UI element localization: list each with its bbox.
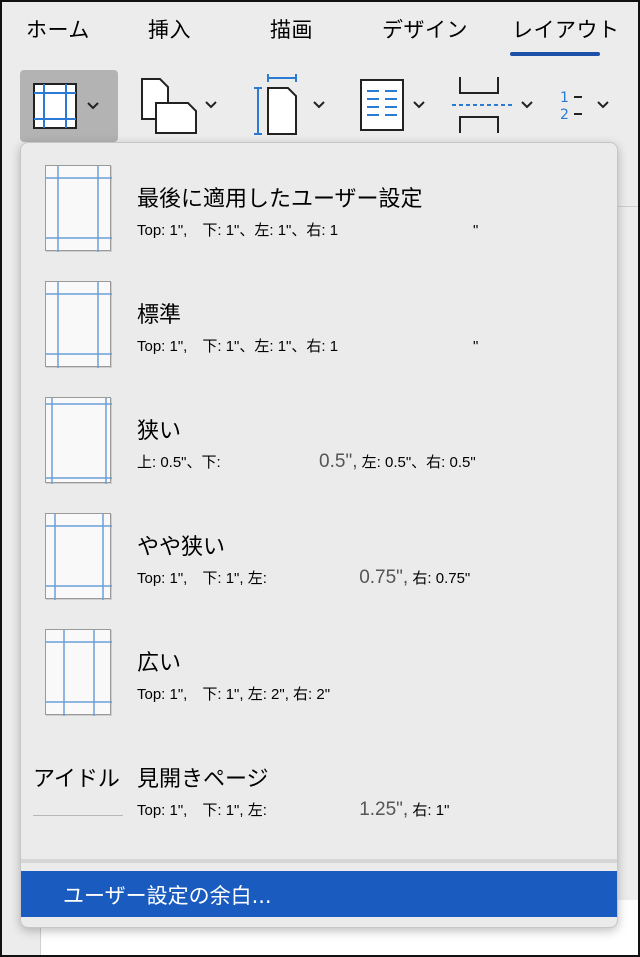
option-description: Top: 1", 下: 1", 左: 0.75", 右: 0.75" bbox=[137, 567, 470, 589]
option-description: Top: 1", 下: 1"、左: 1"、右: 1 " bbox=[137, 222, 479, 239]
option-title: 見開きページ bbox=[137, 767, 269, 792]
desc-part: 上: 0.5"、下: bbox=[137, 454, 221, 471]
margin-option-moderate[interactable]: やや狭い Top: 1", 下: 1", 左: 0.75", 右: 0.75" bbox=[21, 491, 617, 601]
custom-margins-label: ユーザー設定の余白... bbox=[63, 884, 272, 908]
option-title: 広い bbox=[137, 651, 182, 676]
option-description: 上: 0.5"、下: 0.5", 左: 0.5"、右: 0.5" bbox=[137, 451, 476, 473]
active-tab-indicator bbox=[510, 52, 600, 56]
size-icon bbox=[254, 74, 297, 135]
desc-part: 左: 0.5"、右: 0.5" bbox=[361, 454, 476, 471]
tab-draw[interactable]: 描画 bbox=[270, 14, 313, 44]
option-title: やや狭い bbox=[137, 535, 226, 560]
chevron-down-icon bbox=[205, 101, 217, 109]
option-description: Top: 1", 下: 1", 左: 1.25", 右: 1" bbox=[137, 799, 449, 821]
margin-option-wide[interactable]: 広い Top: 1", 下: 1", 左: 2", 右: 2" bbox=[21, 607, 617, 717]
svg-text:1: 1 bbox=[560, 90, 569, 106]
margin-preview-icon bbox=[45, 165, 112, 252]
chevron-down-icon bbox=[313, 101, 325, 109]
option-description: Top: 1", 下: 1", 左: 2", 右: 2" bbox=[137, 686, 331, 703]
margin-preview-icon bbox=[45, 281, 112, 368]
margins-icon bbox=[33, 83, 77, 129]
thumb-baseline bbox=[33, 815, 123, 816]
thumb-placeholder-label: アイドル bbox=[33, 767, 120, 792]
option-title: 標準 bbox=[137, 303, 182, 328]
tab-layout[interactable]: レイアウト bbox=[512, 14, 620, 44]
desc-part: 右: 0.75" bbox=[412, 570, 471, 587]
desc-part: Top: 1", 下: 1", 左: bbox=[137, 570, 267, 587]
tab-design[interactable]: デザイン bbox=[382, 14, 468, 44]
line-numbers-button[interactable]: 1 2 bbox=[556, 70, 610, 140]
chevron-down-icon bbox=[521, 101, 533, 109]
option-description: Top: 1", 下: 1"、左: 1"、右: 1 " bbox=[137, 338, 479, 355]
desc-part: 右: 1" bbox=[412, 802, 450, 819]
margin-option-last-custom[interactable]: 最後に適用したユーザー設定 Top: 1", 下: 1"、左: 1"、右: 1 … bbox=[21, 143, 617, 253]
orientation-button[interactable] bbox=[136, 70, 218, 140]
margin-preview-icon bbox=[45, 513, 112, 600]
margins-button[interactable] bbox=[20, 70, 118, 142]
chevron-down-icon bbox=[413, 101, 425, 109]
menu-separator bbox=[21, 859, 617, 863]
desc-value: 1.25", bbox=[359, 799, 409, 820]
margin-option-normal[interactable]: 標準 Top: 1", 下: 1"、左: 1"、右: 1 " bbox=[21, 259, 617, 369]
custom-margins-menu-item[interactable]: ユーザー設定の余白... bbox=[21, 871, 617, 917]
option-title: 最後に適用したユーザー設定 bbox=[137, 187, 423, 212]
tab-insert[interactable]: 挿入 bbox=[148, 14, 191, 44]
mirrored-preview-placeholder: アイドル bbox=[33, 761, 125, 819]
chevron-down-icon bbox=[87, 102, 99, 110]
desc-value: 0.75", bbox=[359, 567, 409, 588]
svg-text:2: 2 bbox=[560, 107, 569, 123]
option-title: 狭い bbox=[137, 419, 182, 444]
columns-icon bbox=[360, 79, 404, 131]
desc-value: 0.5", bbox=[319, 451, 358, 472]
margin-option-narrow[interactable]: 狭い 上: 0.5"、下: 0.5", 左: 0.5"、右: 0.5" bbox=[21, 375, 617, 485]
margins-dropdown: 最後に適用したユーザー設定 Top: 1", 下: 1"、左: 1"、右: 1 … bbox=[20, 142, 618, 928]
breaks-button[interactable] bbox=[450, 70, 534, 140]
margin-preview-icon bbox=[45, 397, 112, 484]
ribbon-tabs: ホーム 挿入 描画 デザイン レイアウト bbox=[0, 0, 640, 64]
margin-preview-icon bbox=[45, 629, 112, 716]
line-numbers-icon: 1 2 bbox=[560, 90, 582, 123]
tab-home[interactable]: ホーム bbox=[26, 14, 90, 44]
orientation-icon bbox=[141, 78, 197, 134]
chevron-down-icon bbox=[597, 101, 609, 109]
desc-part: Top: 1", 下: 1", 左: bbox=[137, 802, 267, 819]
breaks-icon bbox=[452, 77, 512, 133]
ribbon-toolbar: 1 2 bbox=[0, 64, 640, 144]
size-button[interactable] bbox=[250, 70, 326, 140]
columns-button[interactable] bbox=[358, 70, 426, 140]
